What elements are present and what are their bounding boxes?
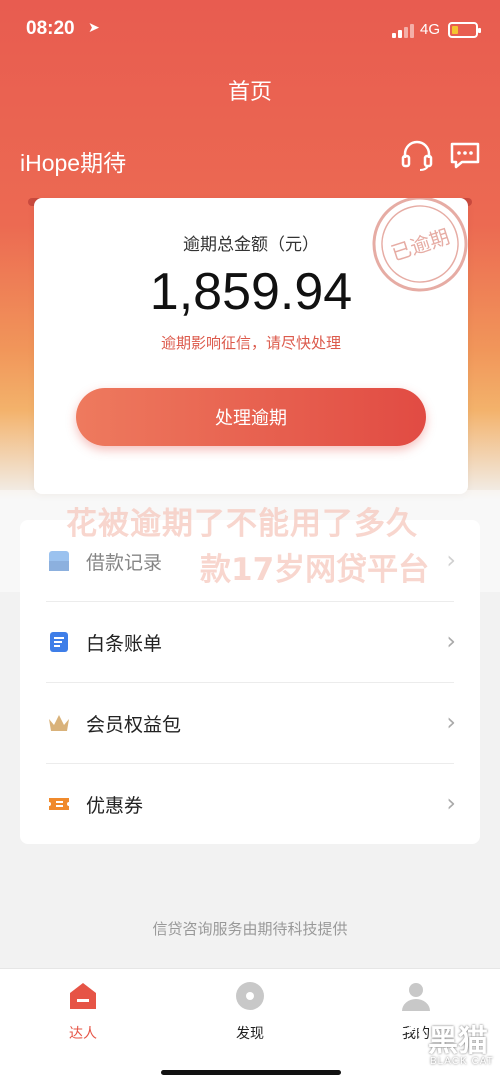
menu-item-membership[interactable]: 会员权益包 › [20,682,480,763]
bill-icon [50,632,68,652]
tab-daren[interactable]: 达人 [33,979,133,1043]
tab-label: 达人 [69,1026,97,1042]
location-arrow-icon: ➤ [88,20,100,36]
menu-item-label: 优惠券 [86,795,144,817]
headset-icon[interactable] [400,138,434,172]
overlay-text-line2: 款17岁网贷平台 [200,552,430,588]
overdue-card: 已逾期 逾期总金额（元） 1,859.94 逾期影响征信，请尽快处理 处理逾期 [34,198,468,494]
home-indicator[interactable] [161,1070,341,1075]
chevron-right-icon: › [446,708,456,736]
page-title: 首页 [227,80,272,105]
footer-disclaimer: 信贷咨询服务由期待科技提供 [152,920,348,938]
menu-item-coupon[interactable]: 优惠券 › [20,763,480,844]
black-cat-watermark: 黑猫 BLACK CAT [378,1010,498,1076]
status-time: 08:20 [26,18,75,39]
watermark-name: 黑猫 [428,1024,488,1059]
network-type: 4G [420,21,441,38]
home-icon [70,983,96,1009]
overlay-text-line1: 花被逾期了不能用了多久 [66,506,418,542]
cat-logo-icon [379,1014,425,1070]
credit-warning: 逾期影响征信，请尽快处理 [160,334,341,352]
overdue-amount: 1,859.94 [149,263,353,321]
coupon-icon [49,798,69,810]
tab-label: 发现 [236,1026,264,1042]
chevron-right-icon: › [446,789,456,817]
tab-discover[interactable]: 发现 [200,979,300,1043]
overdue-amount-label: 逾期总金额（元） [183,235,319,255]
battery-icon [448,22,481,38]
menu-item-label: 会员权益包 [86,714,182,736]
status-bar: 08:20 ➤ 4G [0,0,500,60]
discover-icon [236,982,264,1010]
signal-icon [392,24,414,38]
crown-icon [49,715,69,731]
menu-item-bill[interactable]: 白条账单 › [20,601,480,682]
watermark-sub: BLACK CAT [430,1056,494,1067]
message-icon[interactable] [448,138,482,172]
chevron-right-icon: › [446,627,456,655]
handle-overdue-button[interactable]: 处理逾期 [76,388,426,446]
menu-item-label: 白条账单 [86,633,163,655]
profile-icon [402,983,430,1011]
brand-logo: iHope期待 [20,150,127,176]
